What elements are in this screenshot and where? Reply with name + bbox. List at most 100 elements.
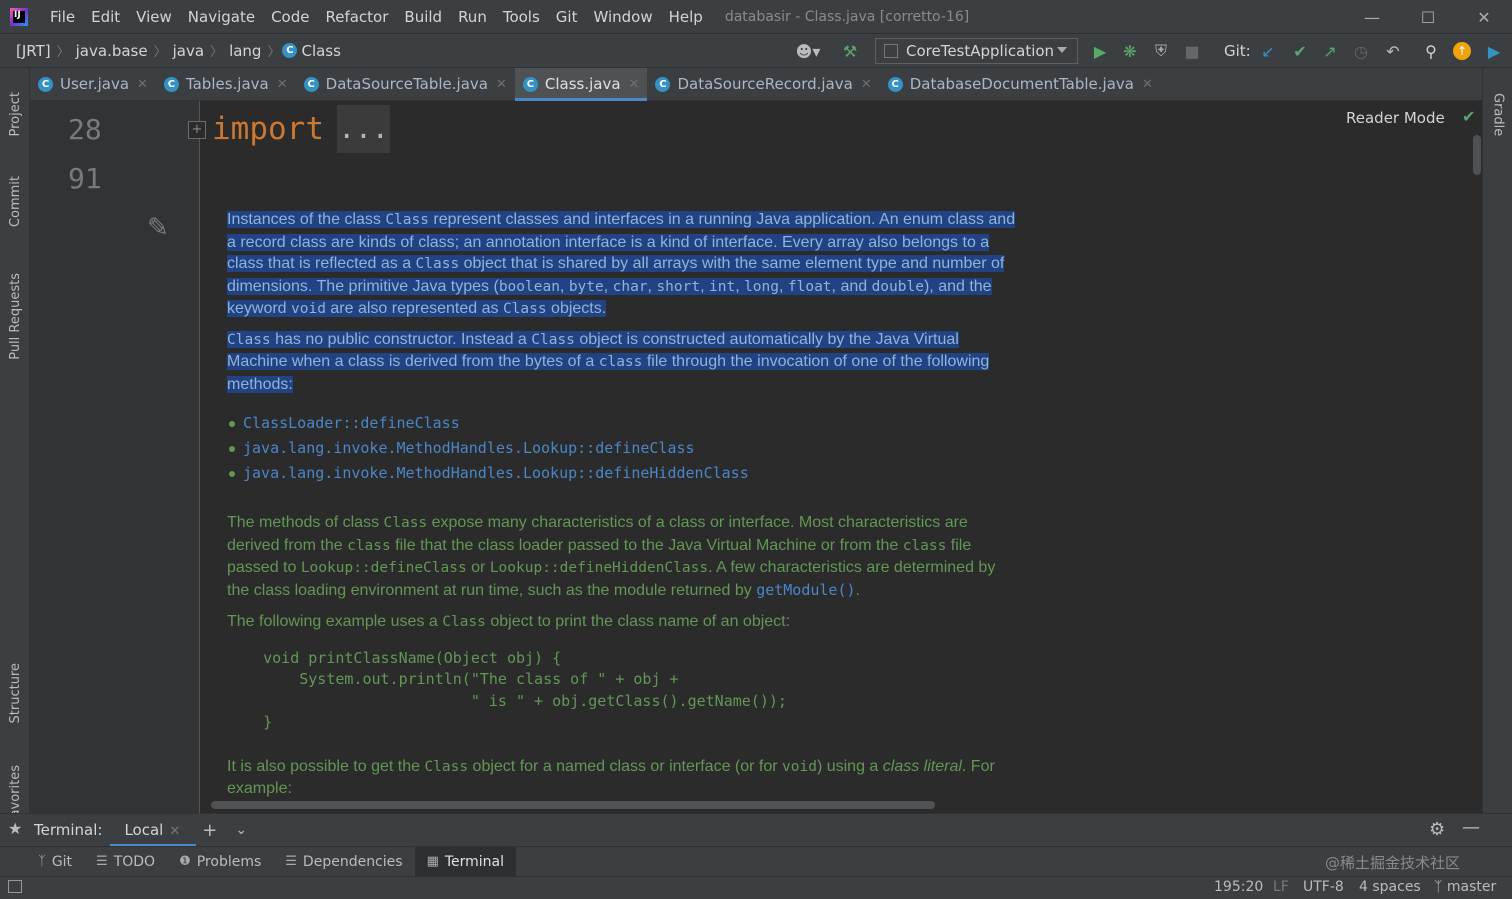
close-icon[interactable]: ✕ [1142, 77, 1153, 92]
structure-tool-button[interactable]: Structure [0, 650, 30, 736]
gradle-tool-label: Gradle [1490, 93, 1506, 137]
tab-user-java[interactable]: C User.java ✕ [30, 68, 156, 100]
watermark: @稀土掘金技术社区 [1325, 854, 1461, 872]
close-icon[interactable]: ✕ [169, 824, 180, 839]
gradle-tool-button[interactable]: Gradle [1483, 80, 1512, 150]
search-icon[interactable]: ⚲ [1421, 41, 1441, 61]
coverage-icon[interactable]: ⛨ [1151, 41, 1171, 61]
menu-help[interactable]: Help [661, 0, 711, 34]
git-branch-icon: ᛉ [1434, 879, 1447, 895]
tab-datasourcetable-java[interactable]: C DataSourceTable.java ✕ [296, 68, 515, 100]
menu-code[interactable]: Code [263, 0, 317, 34]
method-link[interactable]: java.lang.invoke.MethodHandles.Lookup::d… [243, 438, 695, 460]
tool-tab-problems[interactable]: ❶ Problems [167, 847, 273, 877]
tool-tab-dependencies[interactable]: ☰ Dependencies [273, 847, 414, 877]
getmodule-link[interactable]: getModule() [756, 581, 855, 599]
breadcrumb-jrt[interactable]: [JRT] [12, 42, 55, 60]
pencil-icon[interactable]: ✎ [147, 213, 169, 243]
commit-tool-button[interactable]: Commit [0, 164, 30, 240]
stop-icon[interactable]: ■ [1182, 41, 1202, 61]
breadcrumb-separator-icon: 〉 [210, 45, 224, 60]
account-dropdown-icon[interactable]: ☻▾ [792, 41, 824, 61]
toggle-tool-windows-icon[interactable] [8, 880, 22, 893]
menu-edit[interactable]: Edit [83, 0, 128, 34]
new-terminal-plus-icon[interactable]: + [202, 820, 217, 841]
breadcrumb-class[interactable]: Class [297, 42, 344, 60]
star-icon[interactable]: ★ [8, 819, 22, 838]
file-encoding[interactable]: UTF-8 [1303, 879, 1344, 895]
code-with-me-icon[interactable]: ▶ [1484, 41, 1504, 61]
update-icon[interactable]: ↑ [1452, 41, 1472, 61]
indent-setting[interactable]: 4 spaces [1359, 879, 1421, 895]
reader-mode-toggle[interactable]: Reader Mode [1346, 109, 1445, 127]
close-icon[interactable]: ✕ [496, 77, 507, 92]
method-link[interactable]: ClassLoader::defineClass [243, 413, 460, 435]
git-history-icon[interactable]: ◷ [1351, 41, 1371, 61]
terminal-icon: ▦ [426, 854, 439, 869]
project-tool-label: Project [7, 91, 23, 137]
breadcrumb-java-base[interactable]: java.base [72, 42, 152, 60]
tool-tab-terminal[interactable]: ▦ Terminal [414, 846, 517, 877]
menu-file[interactable]: File [42, 0, 83, 34]
run-config-icon [884, 44, 898, 58]
chevron-down-icon[interactable]: ⌄ [235, 822, 247, 838]
class-icon: C [522, 76, 538, 92]
git-push-icon[interactable]: ↗ [1320, 41, 1340, 61]
close-icon[interactable]: ✕ [629, 77, 640, 92]
caret-position[interactable]: 195:20 [1214, 879, 1263, 895]
breadcrumb-java[interactable]: java [169, 42, 208, 60]
branch-label: master [1446, 879, 1497, 895]
tab-databasedocumenttable-java[interactable]: C DatabaseDocumentTable.java ✕ [880, 68, 1161, 100]
breadcrumb-lang[interactable]: lang [225, 42, 265, 60]
build-hammer-icon[interactable]: ⚒ [840, 41, 860, 61]
fold-expand-icon[interactable]: + [188, 121, 206, 139]
tab-label: Class.java [544, 75, 621, 93]
method-link[interactable]: java.lang.invoke.MethodHandles.Lookup::d… [243, 463, 749, 485]
line-separator[interactable]: LF [1273, 879, 1289, 895]
pull-requests-tool-button[interactable]: Pull Requests [0, 260, 30, 372]
project-tool-button[interactable]: Project [0, 74, 30, 154]
close-window-button[interactable]: ✕ [1456, 0, 1512, 34]
menu-git[interactable]: Git [548, 0, 586, 34]
minimize-button[interactable]: — [1344, 0, 1400, 34]
tool-tab-git[interactable]: ᛉ Git [26, 847, 84, 877]
structure-tool-label: Structure [7, 662, 23, 724]
menu-refactor[interactable]: Refactor [317, 0, 396, 34]
tool-tab-label: Terminal [444, 853, 505, 870]
terminal-tab-local[interactable]: Local ✕ [110, 821, 196, 847]
gear-icon[interactable]: ⚙ [1429, 819, 1445, 840]
tab-label: DataSourceRecord.java [677, 75, 853, 93]
menu-tools[interactable]: Tools [495, 0, 548, 34]
debug-icon[interactable]: ❋ [1120, 41, 1140, 61]
close-icon[interactable]: ✕ [277, 77, 288, 92]
rollback-icon[interactable]: ↶ [1383, 41, 1403, 61]
maximize-button[interactable]: ☐ [1400, 0, 1456, 34]
menu-build[interactable]: Build [396, 0, 450, 34]
line-number: 91 [68, 162, 102, 195]
tab-tables-java[interactable]: C Tables.java ✕ [156, 68, 296, 100]
line-number: 28 [68, 113, 102, 146]
menu-view[interactable]: View [128, 0, 180, 34]
git-update-icon[interactable]: ↙ [1258, 41, 1278, 61]
menu-window[interactable]: Window [585, 0, 660, 34]
class-icon: C [655, 76, 671, 92]
vertical-scrollbar[interactable] [1473, 135, 1481, 175]
menu-navigate[interactable]: Navigate [180, 0, 263, 34]
menu-run[interactable]: Run [450, 0, 495, 34]
terminal-tab-label: Local [124, 821, 164, 839]
run-configuration-select[interactable]: CoreTestApplication [875, 38, 1078, 64]
git-commit-icon[interactable]: ✔ [1290, 41, 1310, 61]
folded-imports[interactable]: ... [337, 105, 390, 153]
tab-class-java[interactable]: C Class.java ✕ [514, 68, 648, 101]
bullet-icon [229, 470, 235, 477]
close-icon[interactable]: ✕ [137, 77, 148, 92]
tab-datasourcerecord-java[interactable]: C DataSourceRecord.java ✕ [647, 68, 879, 100]
git-branch-status[interactable]: ᛉ master [1434, 879, 1496, 895]
tool-tab-todo[interactable]: ☰ TODO [84, 847, 167, 877]
run-icon[interactable]: ▶ [1090, 41, 1110, 61]
close-icon[interactable]: ✕ [861, 77, 872, 92]
class-icon: C [303, 76, 319, 92]
git-label: Git: [1224, 42, 1251, 60]
hide-panel-icon[interactable]: — [1462, 817, 1480, 838]
code-editor[interactable]: 28 91 ✎ + import ... Reader Mode ✔ Insta… [30, 101, 1482, 813]
